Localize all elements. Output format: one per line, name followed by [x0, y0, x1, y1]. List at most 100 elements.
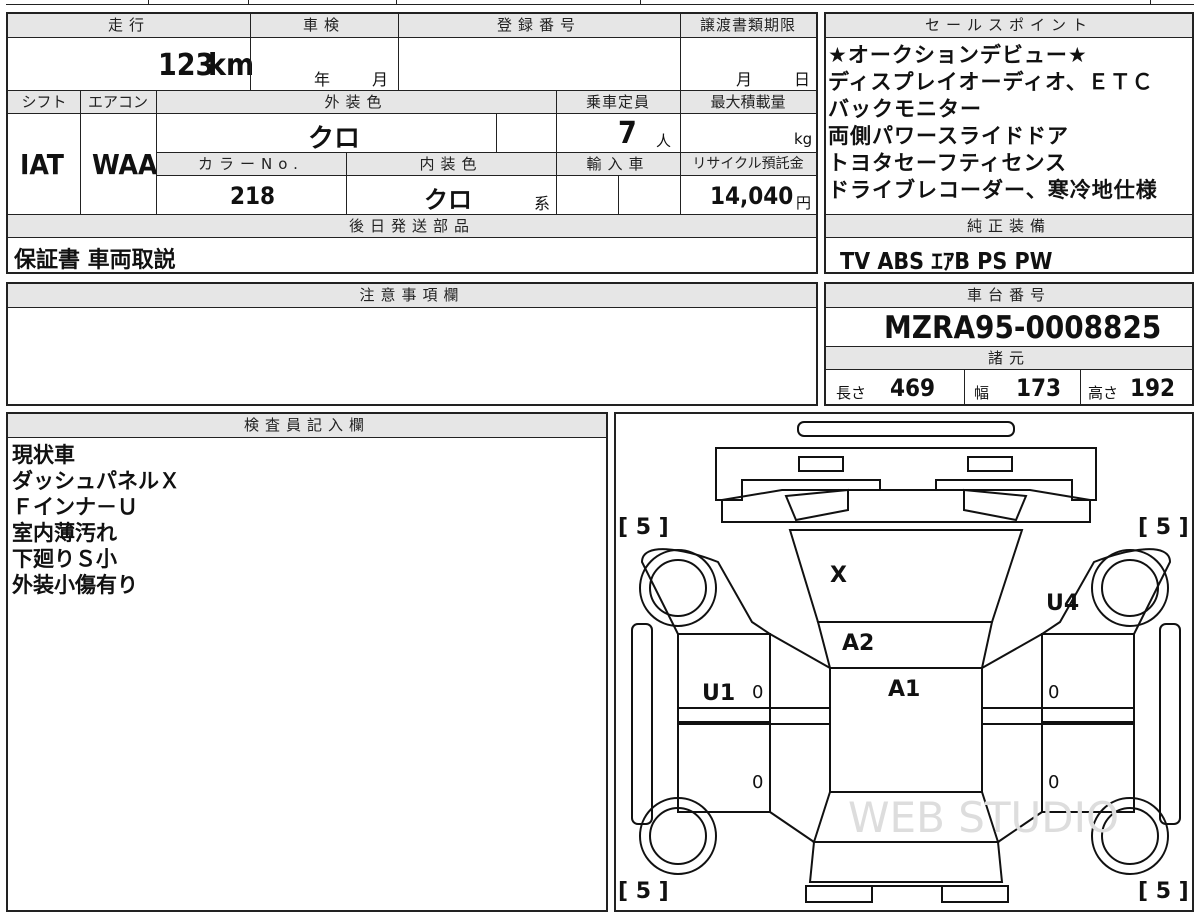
ac-label: エアコン	[87, 93, 148, 111]
mileage-header: 走行	[8, 14, 250, 38]
wheel-front-left-inner	[649, 559, 707, 617]
import-label: 輸入車	[586, 155, 650, 173]
cell-divider	[618, 176, 619, 214]
sill-left	[631, 623, 653, 825]
inspector-note: Ｆインナ－Ｕ	[12, 495, 138, 519]
chassis-number: MZRA95-0008825	[884, 310, 1162, 346]
vehicle-info-table: 走行 車検 登録番号 譲渡書類期限 123 km 年 月 月 日 シフト エアコ…	[6, 12, 818, 274]
chassis-box: 車台番号 MZRA95-0008825 諸元 長さ 469 幅 173 高さ 1…	[824, 282, 1194, 406]
tire-front-right: [ 5 ]	[1138, 515, 1189, 540]
ac-value: WAA	[92, 148, 158, 181]
sill-right	[1159, 623, 1181, 825]
tire-rear-right: [ 5 ]	[1138, 879, 1189, 904]
shift-value: IAT	[20, 148, 64, 181]
color-no-label: カラーNo.	[198, 155, 304, 173]
door-zero-3: 0	[752, 772, 763, 793]
headlight-left	[798, 456, 844, 472]
caution-box: 注意事項欄	[6, 282, 818, 406]
transfer-month-unit: 月	[736, 70, 753, 89]
rear-door-left	[677, 721, 771, 813]
sales-point-header: セールスポイント	[826, 14, 1192, 38]
sales-point-item: ドライブレコーダー、寒冷地仕様	[828, 178, 1158, 202]
inspector-box: 検査員記入欄 現状車 ダッシュパネルＸ Ｆインナ－Ｕ 室内薄汚れ 下廻りＳ小 外…	[6, 412, 608, 912]
max-load-label: 最大積載量	[710, 93, 786, 111]
lamp-left	[784, 488, 849, 522]
sales-point-item: バックモニター	[828, 97, 982, 121]
height-value: 192	[1130, 374, 1176, 402]
interior-suffix: 系	[534, 194, 551, 213]
inspector-note: 室内薄汚れ	[12, 521, 117, 545]
inspection-year-unit: 年	[314, 70, 331, 89]
chassis-label: 車台番号	[966, 286, 1051, 304]
capacity-unit: 人	[656, 132, 672, 150]
length-label: 長さ	[836, 384, 867, 402]
sales-point-label: セールスポイント	[924, 16, 1093, 34]
mileage-value: 123	[158, 48, 215, 83]
cell-divider	[80, 90, 81, 214]
top-divider	[248, 0, 249, 5]
exterior-label: 外装色	[324, 93, 388, 111]
cell-divider	[250, 14, 251, 90]
cell-divider	[156, 90, 157, 214]
shift-header: シフト	[8, 90, 80, 114]
inspector-note: ダッシュパネルＸ	[12, 469, 180, 493]
headlight-right	[967, 456, 1013, 472]
cell-divider	[398, 14, 399, 90]
genuine-equipment-value: TV ABS ｴｱB PS PW	[840, 249, 1053, 275]
damage-mark-u1: U1	[702, 681, 735, 706]
front-bumper-bar	[797, 421, 1015, 437]
mileage-label: 走行	[107, 16, 150, 34]
interior-label: 内装色	[419, 155, 483, 173]
car-diagram-box: WEB STUDIO [ 5 ] [ 5 ] [ 5 ] [ 5 ] X U4 …	[614, 412, 1194, 912]
car-diagram: WEB STUDIO [ 5 ] [ 5 ] [ 5 ] [ 5 ] X U4 …	[618, 421, 1189, 904]
damage-mark-a2: A2	[842, 631, 874, 656]
inspector-notes: 現状車 ダッシュパネルＸ Ｆインナ－Ｕ 室内薄汚れ 下廻りＳ小 外装小傷有り	[12, 442, 180, 598]
interior-header: 内装色	[346, 152, 556, 176]
capacity-value: 7	[618, 116, 637, 151]
top-divider	[640, 0, 641, 5]
color-no-header: カラーNo.	[156, 152, 346, 176]
wheel-front-left	[639, 549, 717, 627]
registration-label: 登録番号	[496, 16, 581, 34]
top-divider	[148, 0, 149, 5]
color-no-value: 218	[230, 182, 276, 210]
dimensions-header: 諸元	[826, 346, 1192, 370]
wheel-rear-left-inner	[649, 807, 707, 865]
inspection-label: 車検	[302, 16, 345, 34]
recycle-value: 14,040	[710, 182, 794, 210]
grille	[721, 489, 1091, 523]
damage-mark-x: X	[830, 563, 847, 588]
interior-value: クロ	[424, 186, 472, 214]
transfer-day-unit: 日	[794, 70, 811, 89]
door-zero-1: 0	[752, 682, 763, 703]
sales-point-item: ★オークションデビュー★	[828, 43, 1088, 67]
caution-label: 注意事項欄	[359, 286, 465, 304]
max-load-header: 最大積載量	[680, 90, 816, 114]
later-parts-label: 後日発送部品	[348, 217, 475, 235]
genuine-equipment-label: 純正装備	[966, 217, 1051, 235]
damage-mark-a1: A1	[888, 677, 920, 702]
mileage-unit: km	[208, 48, 255, 83]
sales-point-item: トヨタセーフティセンス	[828, 151, 1068, 175]
inspection-month-unit: 月	[372, 70, 389, 89]
pillar-left	[769, 633, 831, 669]
chassis-header: 車台番号	[826, 284, 1192, 308]
pillar-right	[981, 633, 1043, 669]
tire-front-left: [ 5 ]	[618, 515, 669, 540]
sales-point-list: ★オークションデビュー★ ディスプレイオーディオ、ＥＴＣ バックモニター 両側パ…	[828, 42, 1158, 204]
import-header: 輸入車	[556, 152, 680, 176]
wheel-front-right-inner	[1101, 559, 1159, 617]
lamp-right	[963, 488, 1028, 522]
later-parts-value: 保証書 車両取説	[14, 248, 176, 273]
exterior-header: 外装色	[156, 90, 556, 114]
cell-divider	[556, 90, 557, 214]
shift-label: シフト	[21, 93, 67, 111]
top-divider	[1150, 0, 1151, 5]
recycle-label: リサイクル預託金	[692, 156, 804, 172]
inspector-label: 検査員記入欄	[243, 416, 370, 434]
ac-header: エアコン	[80, 90, 156, 114]
capacity-label: 乗車定員	[585, 93, 650, 111]
genuine-equipment-header: 純正装備	[826, 214, 1192, 238]
top-divider	[396, 0, 397, 5]
damage-mark-u4: U4	[1046, 591, 1079, 616]
